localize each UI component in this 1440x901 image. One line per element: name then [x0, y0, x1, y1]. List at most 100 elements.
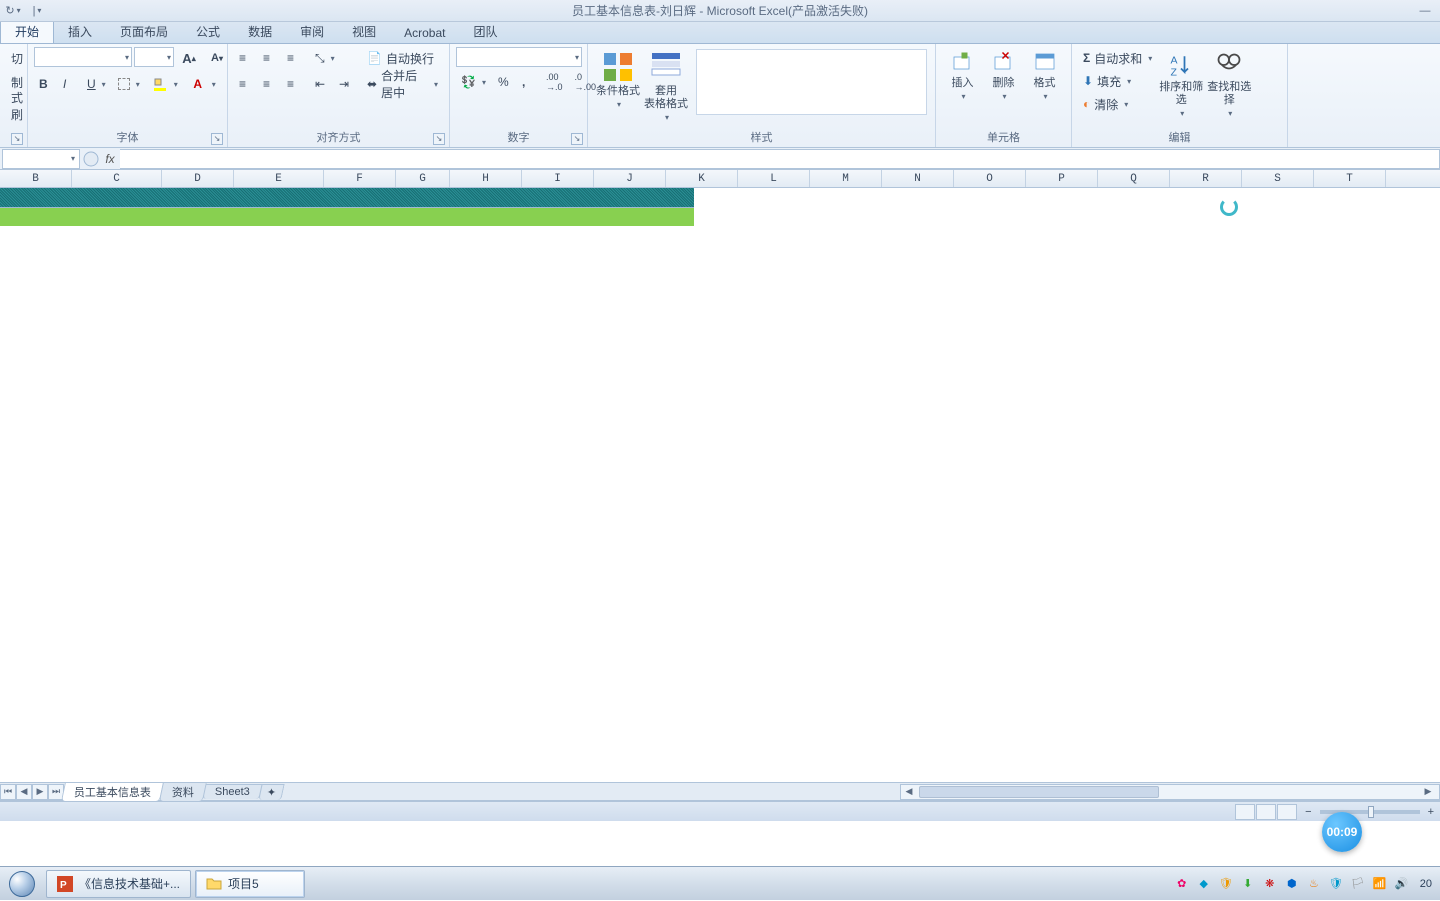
- accounting-format-button[interactable]: 💱▾: [456, 71, 491, 93]
- column-header-K[interactable]: K: [666, 170, 738, 187]
- column-header-T[interactable]: T: [1314, 170, 1386, 187]
- number-format-combo[interactable]: ▾: [456, 47, 582, 67]
- column-header-Q[interactable]: Q: [1098, 170, 1170, 187]
- cut-button[interactable]: 切: [6, 47, 28, 69]
- view-page-break-button[interactable]: [1277, 804, 1297, 820]
- tray-icon-9[interactable]: 🏳: [1350, 876, 1366, 892]
- horizontal-scrollbar[interactable]: ◀ ▶: [900, 784, 1440, 800]
- find-select-button[interactable]: 查找和选择▾: [1205, 47, 1253, 123]
- column-header-J[interactable]: J: [594, 170, 666, 187]
- column-header-B[interactable]: B: [0, 170, 72, 187]
- name-box[interactable]: ▾: [2, 149, 80, 169]
- column-header-O[interactable]: O: [954, 170, 1026, 187]
- align-center-button[interactable]: ≡: [258, 73, 280, 95]
- column-header-C[interactable]: C: [72, 170, 162, 187]
- align-top-button[interactable]: ≡: [234, 47, 256, 69]
- sheet-nav-first[interactable]: ⏮: [0, 784, 16, 800]
- clear-button[interactable]: ◐清除▾: [1078, 93, 1157, 115]
- tab-home[interactable]: 开始: [0, 19, 54, 43]
- tray-icon-network[interactable]: 📶: [1372, 876, 1388, 892]
- tab-view[interactable]: 视图: [338, 20, 390, 43]
- tray-icon-7[interactable]: ♨: [1306, 876, 1322, 892]
- shrink-font-button[interactable]: A▾: [204, 47, 230, 69]
- percent-format-button[interactable]: %: [493, 71, 515, 93]
- column-header-G[interactable]: G: [396, 170, 450, 187]
- row-1-filled[interactable]: [0, 188, 694, 208]
- tray-icon-8[interactable]: 🛡: [1328, 876, 1344, 892]
- formula-input[interactable]: [120, 149, 1440, 169]
- column-header-L[interactable]: L: [738, 170, 810, 187]
- column-header-P[interactable]: P: [1026, 170, 1098, 187]
- delete-cells-button[interactable]: 删除▾: [983, 47, 1024, 106]
- format-painter-button[interactable]: 式刷: [6, 95, 28, 117]
- zoom-in-button[interactable]: +: [1428, 806, 1434, 818]
- tab-data[interactable]: 数据: [234, 20, 286, 43]
- sheet-tab-1[interactable]: 员工基本信息表: [61, 782, 164, 801]
- insert-cells-button[interactable]: 插入▾: [942, 47, 983, 106]
- row-2-filled[interactable]: [0, 208, 694, 226]
- align-bottom-button[interactable]: ≡: [282, 47, 304, 69]
- tray-icon-2[interactable]: ◆: [1196, 876, 1212, 892]
- hscroll-thumb[interactable]: [919, 786, 1159, 798]
- tray-icon-6[interactable]: ⬢: [1284, 876, 1300, 892]
- tray-icon-1[interactable]: ✿: [1174, 876, 1190, 892]
- alignment-dialog-launcher[interactable]: ↘: [433, 133, 445, 145]
- tray-icon-4[interactable]: ⬇: [1240, 876, 1256, 892]
- zoom-out-button[interactable]: −: [1305, 806, 1311, 818]
- tab-acrobat[interactable]: Acrobat: [390, 23, 459, 43]
- tab-formulas[interactable]: 公式: [182, 20, 234, 43]
- cell-styles-gallery[interactable]: [696, 49, 927, 115]
- minimize-button[interactable]: —: [1416, 2, 1434, 20]
- worksheet-grid[interactable]: [0, 188, 1440, 783]
- decrease-indent-button[interactable]: ⇤: [310, 73, 332, 95]
- number-dialog-launcher[interactable]: ↘: [571, 133, 583, 145]
- column-header-F[interactable]: F: [324, 170, 396, 187]
- view-page-layout-button[interactable]: [1256, 804, 1276, 820]
- increase-indent-button[interactable]: ⇥: [334, 73, 356, 95]
- qat-customize[interactable]: |▾: [28, 2, 46, 20]
- format-cells-button[interactable]: 格式▾: [1024, 47, 1065, 106]
- taskbar-clock[interactable]: 20: [1420, 878, 1432, 890]
- hscroll-left[interactable]: ◀: [901, 785, 917, 799]
- clipboard-dialog-launcher[interactable]: ↘: [11, 133, 23, 145]
- redo-button[interactable]: ↻▾: [4, 2, 22, 20]
- taskbar-item-folder[interactable]: 项目5: [195, 870, 305, 898]
- column-header-S[interactable]: S: [1242, 170, 1314, 187]
- column-header-R[interactable]: R: [1170, 170, 1242, 187]
- bold-button[interactable]: B: [34, 73, 56, 95]
- sort-filter-button[interactable]: AZ 排序和筛选▾: [1157, 47, 1205, 123]
- font-dialog-launcher[interactable]: ↘: [211, 133, 223, 145]
- align-right-button[interactable]: ≡: [282, 73, 304, 95]
- wrap-text-button[interactable]: 📄自动换行: [362, 47, 443, 69]
- font-name-combo[interactable]: ▾: [34, 47, 132, 67]
- start-button[interactable]: [0, 867, 44, 901]
- column-header-D[interactable]: D: [162, 170, 234, 187]
- column-header-E[interactable]: E: [234, 170, 324, 187]
- italic-button[interactable]: I: [58, 73, 80, 95]
- sheet-tab-2[interactable]: 资料: [159, 782, 207, 801]
- tray-icon-volume[interactable]: 🔊: [1394, 876, 1410, 892]
- tab-page-layout[interactable]: 页面布局: [106, 20, 182, 43]
- tab-team[interactable]: 团队: [459, 20, 511, 43]
- view-normal-button[interactable]: [1235, 804, 1255, 820]
- taskbar-item-ppt[interactable]: P 《信息技术基础+...: [46, 870, 191, 898]
- column-header-H[interactable]: H: [450, 170, 522, 187]
- grow-font-button[interactable]: A▴: [176, 47, 202, 69]
- hscroll-right[interactable]: ▶: [1417, 785, 1439, 799]
- fill-button[interactable]: ⬇填充▾: [1078, 70, 1157, 92]
- orientation-button[interactable]: ⤡▾: [310, 47, 340, 69]
- format-as-table-button[interactable]: 套用 表格格式▾: [642, 47, 690, 127]
- column-header-I[interactable]: I: [522, 170, 594, 187]
- column-header-N[interactable]: N: [882, 170, 954, 187]
- comma-format-button[interactable]: ,: [517, 71, 539, 93]
- new-sheet-button[interactable]: ✦: [258, 784, 285, 800]
- conditional-formatting-button[interactable]: 条件格式▾: [594, 47, 642, 114]
- tab-review[interactable]: 审阅: [286, 20, 338, 43]
- insert-function-button[interactable]: fx: [100, 152, 120, 166]
- merge-center-button[interactable]: ⬌合并后居中▾: [362, 73, 443, 95]
- autosum-button[interactable]: Σ自动求和▾: [1078, 47, 1157, 69]
- align-middle-button[interactable]: ≡: [258, 47, 280, 69]
- sheet-tab-3[interactable]: Sheet3: [202, 784, 262, 799]
- sheet-nav-prev[interactable]: ◀: [16, 784, 32, 800]
- font-color-button[interactable]: A▾: [185, 73, 221, 95]
